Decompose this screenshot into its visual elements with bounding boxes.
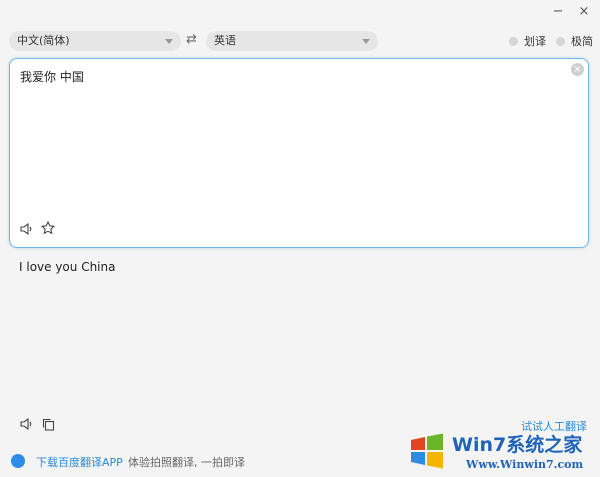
speaker-icon[interactable] <box>19 416 35 432</box>
chevron-down-icon <box>362 39 370 44</box>
minimal-mode-toggle[interactable]: 极简 <box>556 33 593 49</box>
translation-result-panel: I love you China 试试人工翻译 <box>9 250 589 445</box>
minimal-mode-label: 极简 <box>571 35 593 48</box>
highlight-translate-label: 划译 <box>524 35 546 48</box>
toggle-dot-icon <box>556 36 565 46</box>
clear-icon[interactable]: × <box>571 63 584 76</box>
app-description: 体验拍照翻译, 一拍即译 <box>128 456 245 469</box>
toggle-dot-icon <box>509 36 518 46</box>
source-language-select[interactable]: 中文(简体) <box>9 31 181 51</box>
windows-logo-icon <box>411 433 443 469</box>
highlight-translate-toggle[interactable]: 划译 <box>509 33 546 49</box>
translation-text: I love you China <box>19 260 116 274</box>
minimize-button[interactable]: − <box>546 2 570 22</box>
source-text[interactable]: 我爱你 中国 <box>20 68 84 85</box>
download-app-link[interactable]: 下载百度翻译APP <box>36 454 123 470</box>
source-language-label: 中文(简体) <box>17 34 70 47</box>
target-language-select[interactable]: 英语 <box>206 31 378 51</box>
chevron-down-icon <box>165 39 173 44</box>
speaker-icon[interactable] <box>19 221 35 237</box>
watermark-brand: Win7系统之家 <box>452 434 583 456</box>
baidu-translate-app-icon <box>11 454 25 468</box>
close-button[interactable]: × <box>572 2 596 22</box>
copy-icon[interactable] <box>40 416 56 432</box>
site-watermark: Win7系统之家 Www.Winwin7.com <box>404 428 596 474</box>
target-language-label: 英语 <box>214 34 236 47</box>
title-bar: − × <box>0 0 600 24</box>
swap-languages-icon[interactable]: ⇄ <box>186 32 197 47</box>
watermark-url: Www.Winwin7.com <box>466 458 584 471</box>
source-text-area[interactable]: 我爱你 中国 × <box>9 58 589 248</box>
star-icon[interactable] <box>40 220 56 236</box>
